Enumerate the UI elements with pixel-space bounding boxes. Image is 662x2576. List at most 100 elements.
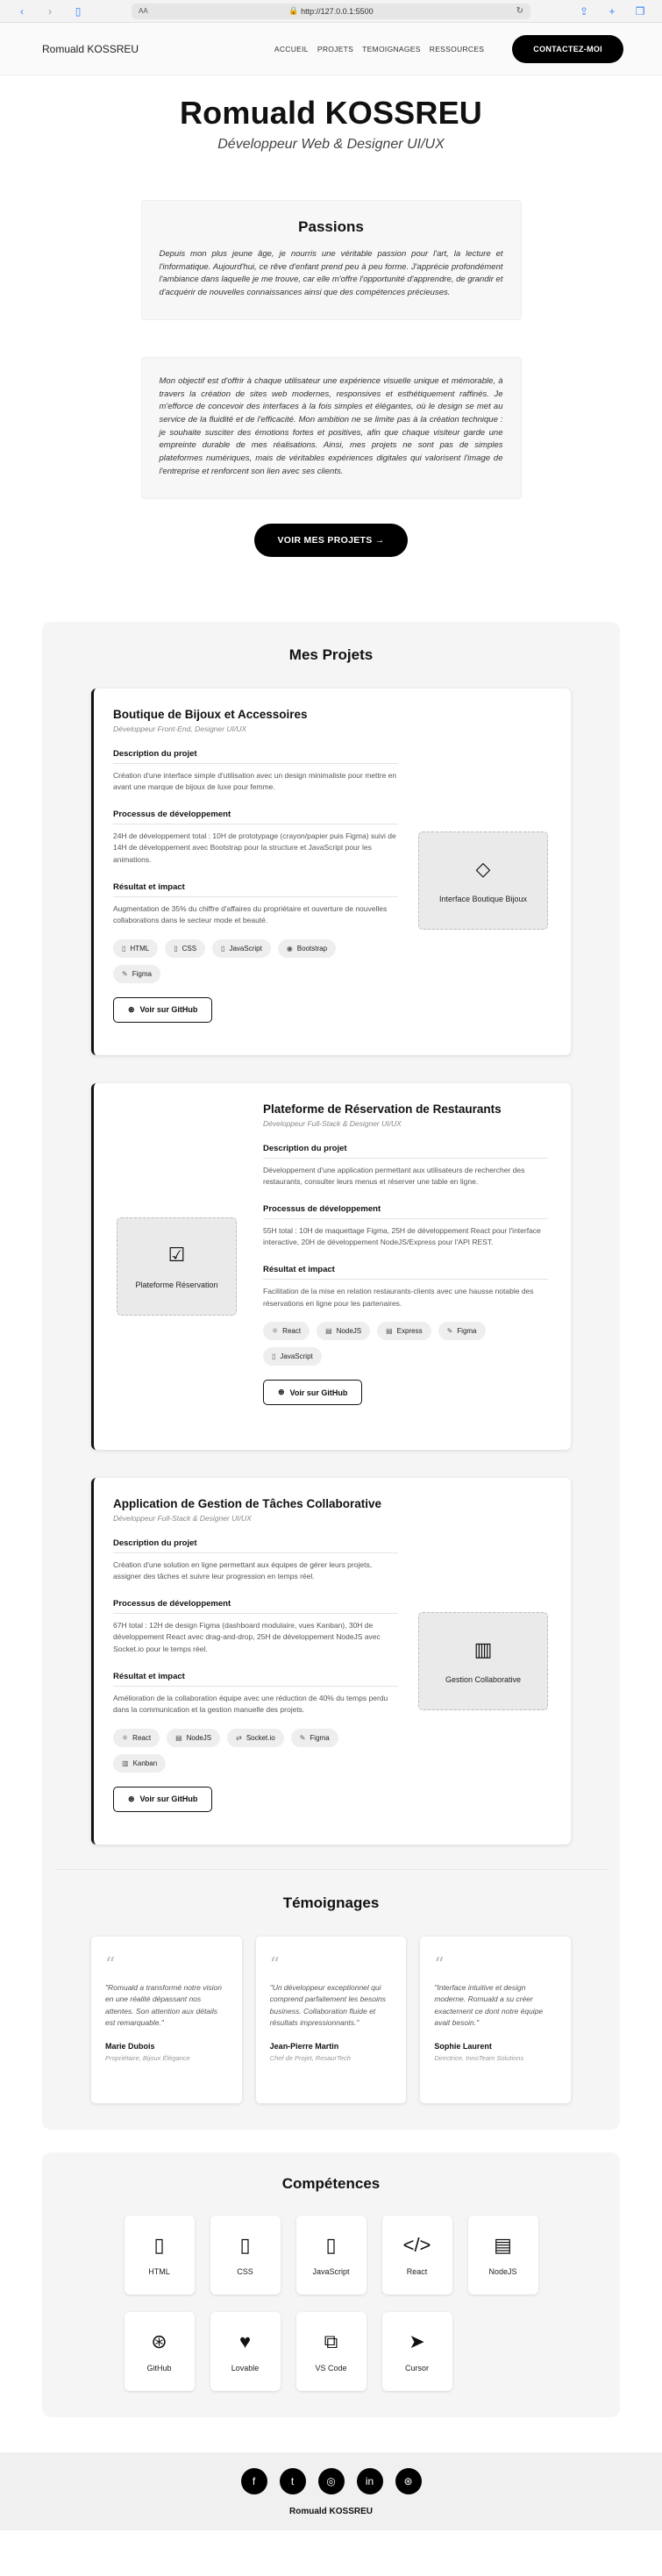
result-heading: Résultat et impact	[263, 1265, 548, 1280]
hero-section: Romuald KOSSREU Développeur Web & Design…	[0, 75, 662, 557]
site-header: Romuald KOSSREU ACCUEIL PROJETS TEMOIGNA…	[0, 23, 662, 75]
tag: ▥ Kanban	[113, 1753, 167, 1773]
project-thumbnail: ▥ Gestion Collaborative	[418, 1611, 548, 1710]
github-link-button[interactable]: ⊛ Voir sur GitHub	[113, 1786, 213, 1812]
brand-name[interactable]: Romuald KOSSREU	[42, 43, 139, 55]
skill-label: JavaScript	[312, 2266, 350, 2276]
result-heading: Résultat et impact	[113, 1672, 398, 1687]
instagram-icon[interactable]: ◎	[317, 2467, 345, 2494]
project-result: Amélioration de la collaboration équipe …	[113, 1693, 388, 1715]
react-icon: ⚛	[272, 1327, 279, 1336]
github-link-label: Voir sur GitHub	[289, 1388, 348, 1397]
skill-label: NodeJS	[488, 2266, 517, 2276]
skill-label: Lovable	[231, 2363, 260, 2373]
new-tab-icon[interactable]: +	[602, 5, 622, 18]
lock-icon: 🔒	[288, 6, 302, 15]
skill-label: HTML	[148, 2266, 170, 2276]
skill-label: CSS	[237, 2266, 253, 2276]
testimonial-card: “ "Romuald a transformé notre vision en …	[91, 1936, 242, 2103]
result-heading: Résultat et impact	[113, 882, 398, 897]
tag: ▯ HTML	[113, 938, 159, 958]
project-role: Développeur Full-Stack & Designer UI/UX	[263, 1118, 402, 1128]
process-heading: Processus de développement	[263, 1204, 548, 1219]
contact-button[interactable]: CONTACTEZ-MOI	[512, 34, 623, 63]
heart-icon: ♥	[238, 2330, 252, 2352]
objective-card: Mon objectif est d'offrir à chaque utili…	[140, 356, 522, 499]
sidebar-icon[interactable]: ▯	[68, 5, 88, 18]
linkedin-icon[interactable]: in	[356, 2467, 383, 2494]
view-projects-button[interactable]: VOIR MES PROJETS →	[254, 523, 408, 557]
tag: ▤ Express	[377, 1322, 431, 1341]
skill-card: ▯ JavaScript	[295, 2215, 367, 2294]
github-link-label: Voir sur GitHub	[139, 1795, 198, 1804]
nav-temoignages[interactable]: TEMOIGNAGES	[362, 45, 421, 54]
address-bar[interactable]: AA 🔒 http://127.0.0.1:5500 ↻	[132, 3, 530, 19]
description-heading: Description du projet	[113, 749, 398, 764]
forward-icon[interactable]: ›	[40, 5, 60, 18]
figma-icon: ✎	[299, 1733, 306, 1742]
testimonial-name: Marie Dubois	[105, 2042, 155, 2051]
project-process: 55H total : 10H de maquettage Figma, 25H…	[263, 1225, 541, 1247]
skill-label: VS Code	[315, 2363, 347, 2373]
code-icon: </>	[402, 2233, 431, 2256]
project-role: Développeur Full-Stack & Designer UI/UX	[113, 1513, 252, 1523]
html-file-icon: ▯	[122, 944, 126, 953]
skill-label: GitHub	[146, 2363, 172, 2373]
main-nav: ACCUEIL PROJETS TEMOIGNAGES RESSOURCES C…	[274, 34, 623, 63]
thumbnail-label: Interface Boutique Bijoux	[438, 894, 528, 903]
nav-projets[interactable]: PROJETS	[317, 45, 353, 54]
nav-ressources[interactable]: RESSOURCES	[430, 45, 485, 54]
skill-card: ➤ Cursor	[381, 2311, 452, 2391]
tag-label: NodeJS	[186, 1733, 212, 1742]
github-icon: ⊛	[128, 1794, 135, 1803]
tag-label: React	[132, 1733, 152, 1742]
project-result: Facilitation de la mise en relation rest…	[263, 1287, 534, 1308]
passions-title: Passions	[298, 218, 364, 235]
project-card: ☑ Plateforme Réservation Plateforme de R…	[91, 1082, 571, 1450]
github-icon[interactable]: ⊛	[395, 2467, 422, 2494]
tag: ⚛ React	[263, 1322, 310, 1341]
quote-icon: “	[105, 1953, 116, 1976]
reload-icon[interactable]: ↻	[516, 6, 523, 16]
tag-label: JavaScript	[280, 1352, 313, 1361]
tag-label: Bootstrap	[296, 944, 328, 953]
share-icon[interactable]: ⇪	[574, 5, 594, 18]
tag-label: Figma	[132, 969, 152, 978]
tabs-icon[interactable]: ❐	[630, 5, 650, 18]
server-icon: ▤	[386, 1327, 393, 1336]
hero-title: Romuald KOSSREU	[179, 95, 483, 131]
facebook-icon[interactable]: f	[240, 2467, 267, 2494]
testimonial-name: Jean-Pierre Martin	[269, 2042, 339, 2051]
testimonial-text: "Romuald a transformé notre vision en un…	[105, 1982, 222, 2028]
twitter-icon[interactable]: t	[279, 2467, 306, 2494]
project-process: 24H de développement total : 10H de prot…	[113, 831, 396, 864]
project-title: Plateforme de Réservation de Restaurants	[263, 1102, 502, 1116]
back-icon[interactable]: ‹	[12, 5, 32, 18]
description-heading: Description du projet	[263, 1144, 548, 1159]
testimonial-text: "Un développeur exceptionnel qui compren…	[269, 1982, 386, 2028]
github-link-button[interactable]: ⊛ Voir sur GitHub	[263, 1380, 363, 1406]
tag: ▯ JavaScript	[212, 938, 271, 958]
testimonial-text: "Interface intuitive et design moderne. …	[434, 1982, 544, 2028]
github-link-button[interactable]: ⊛ Voir sur GitHub	[113, 996, 213, 1023]
js-file-icon: ▯	[221, 944, 225, 953]
tag: ◉ Bootstrap	[277, 938, 337, 958]
tech-tags: ⚛ React ▤ NodeJS ▤ Express ✎ Figma ▯ JavaScri…	[263, 1322, 526, 1366]
tag-label: HTML	[130, 944, 150, 953]
nav-accueil[interactable]: ACCUEIL	[274, 45, 309, 54]
reader-icon[interactable]: AA	[139, 7, 148, 15]
tag-label: Figma	[310, 1733, 330, 1742]
thumbnail-label: Gestion Collaborative	[445, 1674, 522, 1684]
project-process: 67H total : 12H de design Figma (dashboa…	[113, 1620, 381, 1653]
footer-copyright: Romuald KOSSREU	[288, 2506, 373, 2516]
skill-label: Cursor	[404, 2363, 429, 2373]
cursor-icon: ➤	[409, 2330, 425, 2352]
github-icon: ⊛	[151, 2330, 167, 2352]
skill-card: ⊛ GitHub	[124, 2311, 195, 2391]
project-description: Création d'une solution en ligne permett…	[113, 1559, 373, 1581]
project-thumbnail: ◇ Interface Boutique Bijoux	[418, 831, 548, 930]
project-card: Application de Gestion de Tâches Collabo…	[91, 1477, 571, 1845]
github-icon: ⊛	[278, 1388, 285, 1397]
thumbnail-label: Plateforme Réservation	[135, 1280, 218, 1289]
tag-label: NodeJS	[336, 1327, 362, 1336]
